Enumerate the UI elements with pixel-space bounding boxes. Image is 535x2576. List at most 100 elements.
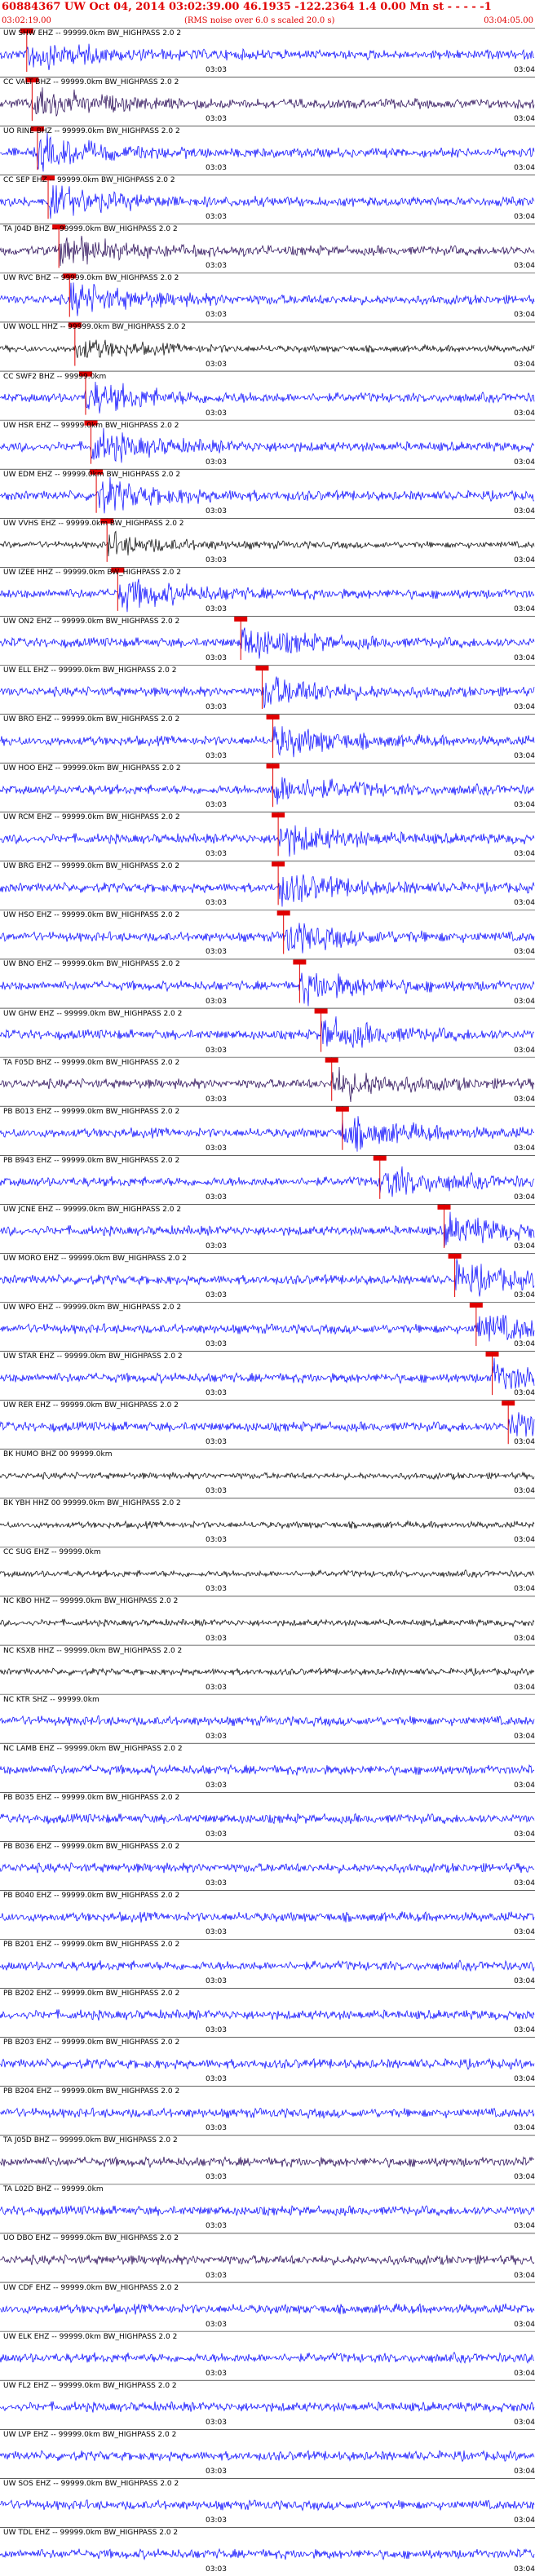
time-tick-label-edge: 03:04: [514, 360, 535, 369]
waveform-trace: [0, 2205, 535, 2217]
time-tick-label: 03:03: [206, 458, 227, 467]
station-label: UW HOO EHZ -- 99999.0km BW_HIGHPASS 2.0 …: [3, 764, 181, 773]
waveform-trace: [0, 1911, 535, 1923]
station-label: PB B203 EHZ -- 99999.0km BW_HIGHPASS 2.0…: [3, 2038, 180, 2047]
time-tick-label-edge: 03:04: [514, 555, 535, 564]
waveform-trace: [0, 1259, 535, 1297]
time-tick-label-edge: 03:04: [514, 1193, 535, 1202]
event-title: 60884367 UW Oct 04, 2014 03:02:39.00 46.…: [2, 1, 492, 13]
time-tick-label: 03:03: [206, 604, 227, 613]
time-tick-label: 03:03: [206, 654, 227, 662]
station-label: PB B040 EHZ -- 99999.0km BW_HIGHPASS 2.0…: [3, 1891, 180, 1900]
time-tick-label-edge: 03:04: [514, 1830, 535, 1839]
waveform-trace: [0, 777, 535, 805]
waveform-trace: [0, 1016, 534, 1048]
waveform-trace: [0, 1764, 535, 1777]
time-tick-label: 03:03: [206, 899, 227, 908]
time-tick-label-edge: 03:04: [514, 311, 535, 320]
record-header: 60884367 UW Oct 04, 2014 03:02:39.00 46.…: [0, 0, 535, 28]
time-tick-label: 03:03: [206, 213, 227, 222]
time-tick-label-edge: 03:04: [514, 1585, 535, 1594]
time-tick-label: 03:03: [206, 2320, 227, 2329]
time-tick-label: 03:03: [206, 409, 227, 418]
station-label: TA J05D BHZ -- 99999.0km BW_HIGHPASS 2.0…: [3, 2136, 178, 2145]
waveform-trace: [0, 726, 535, 758]
waveform-trace: [0, 2009, 535, 2021]
seismogram-panel: UW SHW EHZ -- 99999.0km BW_HIGHPASS 2.0 …: [0, 28, 535, 2576]
time-tick-label-edge: 03:04: [514, 1046, 535, 1055]
waveform-trace: [0, 476, 535, 514]
waveform-trace: [0, 1166, 535, 1197]
station-label: UO RINE BHZ -- 99999.0km BW_HIGHPASS 2.0…: [3, 127, 180, 136]
time-tick-label: 03:03: [206, 2565, 227, 2574]
time-tick-label: 03:03: [206, 2467, 227, 2476]
waveform-trace: [0, 1959, 535, 1972]
station-label: BK YBH HHZ 00 99999.0km BW_HIGHPASS 2.0 …: [3, 1499, 181, 1508]
time-tick-label: 03:03: [206, 311, 227, 320]
time-tick-label: 03:03: [206, 752, 227, 761]
time-tick-label-edge: 03:04: [514, 2026, 535, 2035]
time-tick-label-edge: 03:04: [514, 752, 535, 761]
station-label: TA F05D BHZ -- 99999.0km BW_HIGHPASS 2.0…: [3, 1058, 180, 1067]
time-tick-label-edge: 03:04: [514, 66, 535, 75]
station-label: PB B201 EHZ -- 99999.0km BW_HIGHPASS 2.0…: [3, 1941, 180, 1949]
time-tick-label-edge: 03:04: [514, 213, 535, 222]
time-tick-label-edge: 03:04: [514, 2173, 535, 2182]
time-tick-label-edge: 03:04: [514, 604, 535, 613]
time-tick-label: 03:03: [206, 1830, 227, 1839]
time-tick-label-edge: 03:04: [514, 1389, 535, 1398]
station-label: TA J04D BHZ -- 99999.0km BW_HIGHPASS 2.0…: [3, 225, 178, 234]
station-label: PB B035 EHZ -- 99999.0km BW_HIGHPASS 2.0…: [3, 1793, 180, 1802]
time-tick-label-edge: 03:04: [514, 1879, 535, 1888]
waveform-trace: [0, 2107, 535, 2120]
waveform-trace: [0, 1471, 535, 1481]
time-tick-label-edge: 03:04: [514, 2075, 535, 2084]
waveform-trace: [0, 1618, 535, 1628]
station-label: UW EDM EHZ -- 99999.0km BW_HIGHPASS 2.0 …: [3, 470, 181, 479]
time-tick-label-edge: 03:04: [514, 703, 535, 712]
time-tick-label-edge: 03:04: [514, 654, 535, 662]
waveform-trace: [0, 427, 535, 463]
time-tick-label: 03:03: [206, 1095, 227, 1104]
time-tick-label: 03:03: [206, 1242, 227, 1250]
station-label: UW VVHS EHZ -- 99999.0km BW_HIGHPASS 2.0…: [3, 519, 184, 528]
waveform-trace: [0, 578, 535, 613]
station-label: UW TDL EHZ -- 99999.0km BW_HIGHPASS 2.0 …: [3, 2528, 179, 2537]
waveform-trace: [0, 2254, 535, 2266]
station-label: NC KBO HHZ -- 99999.0km BW_HIGHPASS 2.0 …: [3, 1597, 179, 1606]
waveform-trace: [0, 43, 535, 70]
time-tick-label-edge: 03:04: [514, 1683, 535, 1692]
waveform-trace: [0, 87, 535, 117]
waveform-trace: [0, 627, 535, 659]
time-tick-label: 03:03: [206, 1536, 227, 1545]
time-tick-label: 03:03: [206, 1879, 227, 1888]
station-label: NC KTR SHZ -- 99999.0km: [3, 1695, 99, 1704]
waveform-trace: [0, 1116, 535, 1152]
time-tick-label-edge: 03:04: [514, 801, 535, 810]
waveform-trace: [0, 874, 535, 907]
station-label: UW ON2 EHZ -- 99999.0km BW_HIGHPASS 2.0 …: [3, 617, 180, 626]
station-label: UW WPO EHZ -- 99999.0km BW_HIGHPASS 2.0 …: [3, 1303, 182, 1312]
end-time: 03:04:05.00: [484, 16, 533, 25]
waveform-trace: [0, 676, 535, 709]
time-tick-label: 03:03: [206, 2516, 227, 2525]
station-label: UW BNO EHZ -- 99999.0km BW_HIGHPASS 2.0 …: [3, 960, 180, 969]
time-tick-label-edge: 03:04: [514, 2222, 535, 2231]
time-tick-label-edge: 03:04: [514, 948, 535, 957]
waveform-trace: [0, 2156, 535, 2169]
time-tick-label-edge: 03:04: [514, 1340, 535, 1349]
waveform-trace: [0, 2057, 535, 2070]
station-label: PB B036 EHZ -- 99999.0km BW_HIGHPASS 2.0…: [3, 1842, 180, 1851]
station-label: UW JCNE EHZ -- 99999.0km BW_HIGHPASS 2.0…: [3, 1205, 182, 1214]
time-tick-label: 03:03: [206, 1487, 227, 1496]
time-tick-label: 03:03: [206, 262, 227, 271]
station-label: NC KSXB HHZ -- 99999.0km BW_HIGHPASS 2.0…: [3, 1646, 183, 1655]
station-label: UW SHW EHZ -- 99999.0km BW_HIGHPASS 2.0 …: [3, 29, 182, 38]
station-label: CC SUG EHZ -- 99999.0km: [3, 1548, 101, 1557]
waveform-trace: [0, 1667, 535, 1677]
station-label: UW LVP EHZ -- 99999.0km BW_HIGHPASS 2.0 …: [3, 2430, 177, 2439]
time-tick-label: 03:03: [206, 2173, 227, 2182]
waveform-trace: [0, 1812, 535, 1825]
time-tick-label: 03:03: [206, 555, 227, 564]
station-label: UW RVC BHZ -- 99999.0km BW_HIGHPASS 2.0 …: [3, 274, 179, 283]
